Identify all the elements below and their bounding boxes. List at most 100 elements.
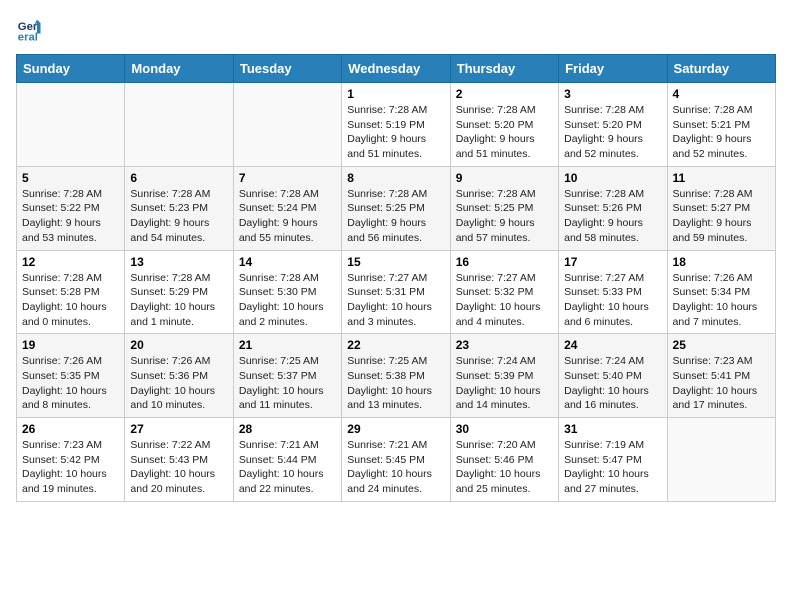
day-info: Sunrise: 7:21 AM Sunset: 5:45 PM Dayligh… bbox=[347, 438, 444, 497]
calendar-day-26: 26 Sunrise: 7:23 AM Sunset: 5:42 PM Dayli… bbox=[17, 418, 125, 502]
calendar-day-28: 28 Sunrise: 7:21 AM Sunset: 5:44 PM Dayli… bbox=[233, 418, 341, 502]
calendar-empty-cell bbox=[667, 418, 775, 502]
day-info: Sunrise: 7:26 AM Sunset: 5:35 PM Dayligh… bbox=[22, 354, 119, 413]
day-info: Sunrise: 7:26 AM Sunset: 5:34 PM Dayligh… bbox=[673, 271, 770, 330]
day-info: Sunrise: 7:28 AM Sunset: 5:30 PM Dayligh… bbox=[239, 271, 336, 330]
logo-icon: Gen eral bbox=[16, 16, 44, 44]
calendar-day-9: 9 Sunrise: 7:28 AM Sunset: 5:25 PM Daylig… bbox=[450, 166, 558, 250]
day-number: 25 bbox=[673, 338, 770, 352]
calendar-day-27: 27 Sunrise: 7:22 AM Sunset: 5:43 PM Dayli… bbox=[125, 418, 233, 502]
day-info: Sunrise: 7:28 AM Sunset: 5:29 PM Dayligh… bbox=[130, 271, 227, 330]
calendar-day-23: 23 Sunrise: 7:24 AM Sunset: 5:39 PM Dayli… bbox=[450, 334, 558, 418]
calendar-table: SundayMondayTuesdayWednesdayThursdayFrid… bbox=[16, 54, 776, 502]
day-info: Sunrise: 7:28 AM Sunset: 5:24 PM Dayligh… bbox=[239, 187, 336, 246]
day-number: 7 bbox=[239, 171, 336, 185]
day-info: Sunrise: 7:26 AM Sunset: 5:36 PM Dayligh… bbox=[130, 354, 227, 413]
day-info: Sunrise: 7:22 AM Sunset: 5:43 PM Dayligh… bbox=[130, 438, 227, 497]
day-number: 3 bbox=[564, 87, 661, 101]
calendar-day-3: 3Sunrise: 7:28 AM Sunset: 5:20 PM Daylig… bbox=[559, 83, 667, 167]
day-info: Sunrise: 7:28 AM Sunset: 5:26 PM Dayligh… bbox=[564, 187, 661, 246]
day-number: 15 bbox=[347, 255, 444, 269]
day-info: Sunrise: 7:28 AM Sunset: 5:23 PM Dayligh… bbox=[130, 187, 227, 246]
svg-text:eral: eral bbox=[18, 32, 38, 44]
day-number: 31 bbox=[564, 422, 661, 436]
weekday-header-thursday: Thursday bbox=[450, 55, 558, 83]
calendar-day-7: 7 Sunrise: 7:28 AM Sunset: 5:24 PM Daylig… bbox=[233, 166, 341, 250]
day-number: 18 bbox=[673, 255, 770, 269]
day-info: Sunrise: 7:28 AM Sunset: 5:19 PM Dayligh… bbox=[347, 103, 444, 162]
calendar-day-31: 31Sunrise: 7:19 AM Sunset: 5:47 PM Dayli… bbox=[559, 418, 667, 502]
day-number: 6 bbox=[130, 171, 227, 185]
day-number: 5 bbox=[22, 171, 119, 185]
day-info: Sunrise: 7:23 AM Sunset: 5:41 PM Dayligh… bbox=[673, 354, 770, 413]
weekday-header-tuesday: Tuesday bbox=[233, 55, 341, 83]
day-info: Sunrise: 7:24 AM Sunset: 5:40 PM Dayligh… bbox=[564, 354, 661, 413]
day-number: 27 bbox=[130, 422, 227, 436]
day-number: 29 bbox=[347, 422, 444, 436]
calendar-day-17: 17 Sunrise: 7:27 AM Sunset: 5:33 PM Dayli… bbox=[559, 250, 667, 334]
calendar-day-2: 2 Sunrise: 7:28 AM Sunset: 5:20 PM Daylig… bbox=[450, 83, 558, 167]
day-number: 2 bbox=[456, 87, 553, 101]
calendar-day-8: 8 Sunrise: 7:28 AM Sunset: 5:25 PM Daylig… bbox=[342, 166, 450, 250]
page-header: Gen eral bbox=[16, 16, 776, 44]
calendar-empty-cell bbox=[125, 83, 233, 167]
calendar-week-row: 12 Sunrise: 7:28 AM Sunset: 5:28 PM Dayli… bbox=[17, 250, 776, 334]
day-info: Sunrise: 7:25 AM Sunset: 5:37 PM Dayligh… bbox=[239, 354, 336, 413]
day-number: 28 bbox=[239, 422, 336, 436]
calendar-empty-cell bbox=[233, 83, 341, 167]
day-info: Sunrise: 7:24 AM Sunset: 5:39 PM Dayligh… bbox=[456, 354, 553, 413]
calendar-day-16: 16 Sunrise: 7:27 AM Sunset: 5:32 PM Dayli… bbox=[450, 250, 558, 334]
calendar-day-22: 22 Sunrise: 7:25 AM Sunset: 5:38 PM Dayli… bbox=[342, 334, 450, 418]
day-info: Sunrise: 7:28 AM Sunset: 5:25 PM Dayligh… bbox=[347, 187, 444, 246]
calendar-week-row: 5 Sunrise: 7:28 AM Sunset: 5:22 PM Daylig… bbox=[17, 166, 776, 250]
day-info: Sunrise: 7:28 AM Sunset: 5:22 PM Dayligh… bbox=[22, 187, 119, 246]
day-number: 19 bbox=[22, 338, 119, 352]
day-info: Sunrise: 7:27 AM Sunset: 5:31 PM Dayligh… bbox=[347, 271, 444, 330]
weekday-header-friday: Friday bbox=[559, 55, 667, 83]
calendar-day-13: 13Sunrise: 7:28 AM Sunset: 5:29 PM Dayli… bbox=[125, 250, 233, 334]
day-info: Sunrise: 7:23 AM Sunset: 5:42 PM Dayligh… bbox=[22, 438, 119, 497]
calendar-day-18: 18 Sunrise: 7:26 AM Sunset: 5:34 PM Dayli… bbox=[667, 250, 775, 334]
calendar-day-29: 29 Sunrise: 7:21 AM Sunset: 5:45 PM Dayli… bbox=[342, 418, 450, 502]
calendar-day-19: 19 Sunrise: 7:26 AM Sunset: 5:35 PM Dayli… bbox=[17, 334, 125, 418]
day-number: 24 bbox=[564, 338, 661, 352]
day-number: 23 bbox=[456, 338, 553, 352]
calendar-day-5: 5 Sunrise: 7:28 AM Sunset: 5:22 PM Daylig… bbox=[17, 166, 125, 250]
calendar-day-14: 14Sunrise: 7:28 AM Sunset: 5:30 PM Dayli… bbox=[233, 250, 341, 334]
day-info: Sunrise: 7:28 AM Sunset: 5:25 PM Dayligh… bbox=[456, 187, 553, 246]
day-number: 8 bbox=[347, 171, 444, 185]
day-info: Sunrise: 7:28 AM Sunset: 5:28 PM Dayligh… bbox=[22, 271, 119, 330]
calendar-day-12: 12 Sunrise: 7:28 AM Sunset: 5:28 PM Dayli… bbox=[17, 250, 125, 334]
day-number: 20 bbox=[130, 338, 227, 352]
calendar-day-4: 4Sunrise: 7:28 AM Sunset: 5:21 PM Daylig… bbox=[667, 83, 775, 167]
calendar-week-row: 26 Sunrise: 7:23 AM Sunset: 5:42 PM Dayli… bbox=[17, 418, 776, 502]
weekday-header-saturday: Saturday bbox=[667, 55, 775, 83]
calendar-week-row: 19 Sunrise: 7:26 AM Sunset: 5:35 PM Dayli… bbox=[17, 334, 776, 418]
calendar-day-6: 6 Sunrise: 7:28 AM Sunset: 5:23 PM Daylig… bbox=[125, 166, 233, 250]
day-info: Sunrise: 7:25 AM Sunset: 5:38 PM Dayligh… bbox=[347, 354, 444, 413]
day-number: 12 bbox=[22, 255, 119, 269]
weekday-header-row: SundayMondayTuesdayWednesdayThursdayFrid… bbox=[17, 55, 776, 83]
calendar-day-20: 20 Sunrise: 7:26 AM Sunset: 5:36 PM Dayli… bbox=[125, 334, 233, 418]
calendar-day-1: 1Sunrise: 7:28 AM Sunset: 5:19 PM Daylig… bbox=[342, 83, 450, 167]
day-info: Sunrise: 7:21 AM Sunset: 5:44 PM Dayligh… bbox=[239, 438, 336, 497]
calendar-day-30: 30Sunrise: 7:20 AM Sunset: 5:46 PM Dayli… bbox=[450, 418, 558, 502]
calendar-day-21: 21Sunrise: 7:25 AM Sunset: 5:37 PM Dayli… bbox=[233, 334, 341, 418]
calendar-day-24: 24 Sunrise: 7:24 AM Sunset: 5:40 PM Dayli… bbox=[559, 334, 667, 418]
day-number: 11 bbox=[673, 171, 770, 185]
day-number: 22 bbox=[347, 338, 444, 352]
day-info: Sunrise: 7:27 AM Sunset: 5:32 PM Dayligh… bbox=[456, 271, 553, 330]
day-info: Sunrise: 7:28 AM Sunset: 5:20 PM Dayligh… bbox=[456, 103, 553, 162]
day-info: Sunrise: 7:28 AM Sunset: 5:27 PM Dayligh… bbox=[673, 187, 770, 246]
day-info: Sunrise: 7:28 AM Sunset: 5:21 PM Dayligh… bbox=[673, 103, 770, 162]
day-number: 9 bbox=[456, 171, 553, 185]
day-info: Sunrise: 7:27 AM Sunset: 5:33 PM Dayligh… bbox=[564, 271, 661, 330]
weekday-header-sunday: Sunday bbox=[17, 55, 125, 83]
day-number: 26 bbox=[22, 422, 119, 436]
calendar-day-11: 11 Sunrise: 7:28 AM Sunset: 5:27 PM Dayli… bbox=[667, 166, 775, 250]
day-number: 16 bbox=[456, 255, 553, 269]
logo: Gen eral bbox=[16, 16, 48, 44]
calendar-day-25: 25 Sunrise: 7:23 AM Sunset: 5:41 PM Dayli… bbox=[667, 334, 775, 418]
weekday-header-monday: Monday bbox=[125, 55, 233, 83]
day-number: 17 bbox=[564, 255, 661, 269]
